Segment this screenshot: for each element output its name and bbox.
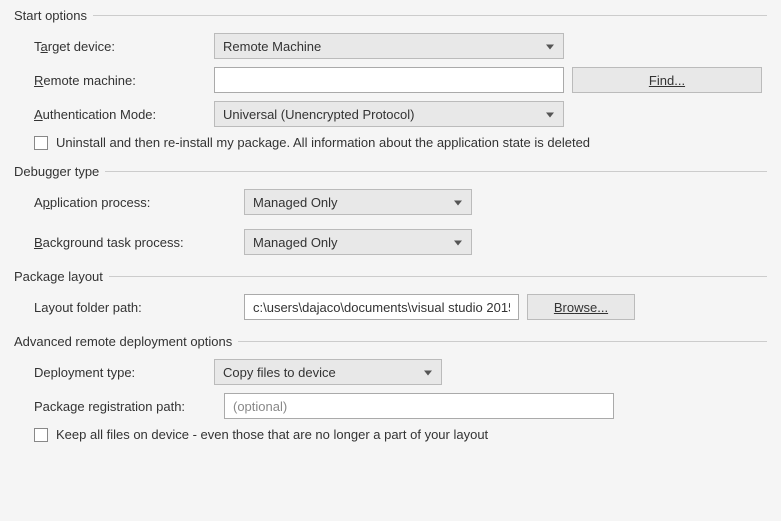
section-package-layout: Package layout Layout folder path: Brows… (14, 269, 767, 320)
row-deployment-type: Deployment type: Copy files to device (14, 359, 767, 385)
row-app-process: Application process: Managed Only (14, 189, 767, 215)
section-header: Start options (14, 8, 767, 23)
app-process-select[interactable]: Managed Only (244, 189, 472, 215)
auth-mode-select-wrap: Universal (Unencrypted Protocol) (214, 101, 564, 127)
app-process-label: Application process: (34, 195, 244, 210)
section-advanced-remote: Advanced remote deployment options Deplo… (14, 334, 767, 442)
find-button[interactable]: Find... (572, 67, 762, 93)
bg-task-select[interactable]: Managed Only (244, 229, 472, 255)
keep-files-checkbox[interactable] (34, 428, 48, 442)
target-device-select-wrap: Remote Machine (214, 33, 564, 59)
section-header: Package layout (14, 269, 767, 284)
divider (238, 341, 767, 342)
deployment-type-select[interactable]: Copy files to device (214, 359, 442, 385)
app-process-select-wrap: Managed Only (244, 189, 472, 215)
auth-mode-label: Authentication Mode: (34, 107, 214, 122)
deployment-type-label: Deployment type: (34, 365, 214, 380)
row-bg-task: Background task process: Managed Only (14, 229, 767, 255)
auth-mode-select[interactable]: Universal (Unencrypted Protocol) (214, 101, 564, 127)
section-header: Debugger type (14, 164, 767, 179)
row-keep-files-checkbox: Keep all files on device - even those th… (14, 427, 767, 442)
layout-path-input[interactable] (244, 294, 519, 320)
section-header: Advanced remote deployment options (14, 334, 767, 349)
keep-files-checkbox-label: Keep all files on device - even those th… (56, 427, 488, 442)
section-title: Start options (14, 8, 93, 23)
section-title: Debugger type (14, 164, 105, 179)
target-device-label: Target device: (34, 39, 214, 54)
browse-button[interactable]: Browse... (527, 294, 635, 320)
package-reg-input[interactable] (224, 393, 614, 419)
row-layout-path: Layout folder path: Browse... (14, 294, 767, 320)
row-auth-mode: Authentication Mode: Universal (Unencryp… (14, 101, 767, 127)
remote-machine-label: Remote machine: (34, 73, 214, 88)
row-package-reg: Package registration path: (14, 393, 767, 419)
uninstall-checkbox-label: Uninstall and then re-install my package… (56, 135, 590, 150)
remote-machine-input[interactable] (214, 67, 564, 93)
section-start-options: Start options Target device: Remote Mach… (14, 8, 767, 150)
package-reg-label: Package registration path: (34, 399, 224, 414)
divider (109, 276, 767, 277)
row-target-device: Target device: Remote Machine (14, 33, 767, 59)
section-title: Package layout (14, 269, 109, 284)
target-device-select[interactable]: Remote Machine (214, 33, 564, 59)
row-remote-machine: Remote machine: Find... (14, 67, 767, 93)
section-title: Advanced remote deployment options (14, 334, 238, 349)
deployment-type-select-wrap: Copy files to device (214, 359, 442, 385)
bg-task-label: Background task process: (34, 235, 244, 250)
layout-path-label: Layout folder path: (34, 300, 244, 315)
row-uninstall-checkbox: Uninstall and then re-install my package… (14, 135, 767, 150)
bg-task-select-wrap: Managed Only (244, 229, 472, 255)
divider (93, 15, 767, 16)
uninstall-checkbox[interactable] (34, 136, 48, 150)
divider (105, 171, 767, 172)
section-debugger-type: Debugger type Application process: Manag… (14, 164, 767, 255)
